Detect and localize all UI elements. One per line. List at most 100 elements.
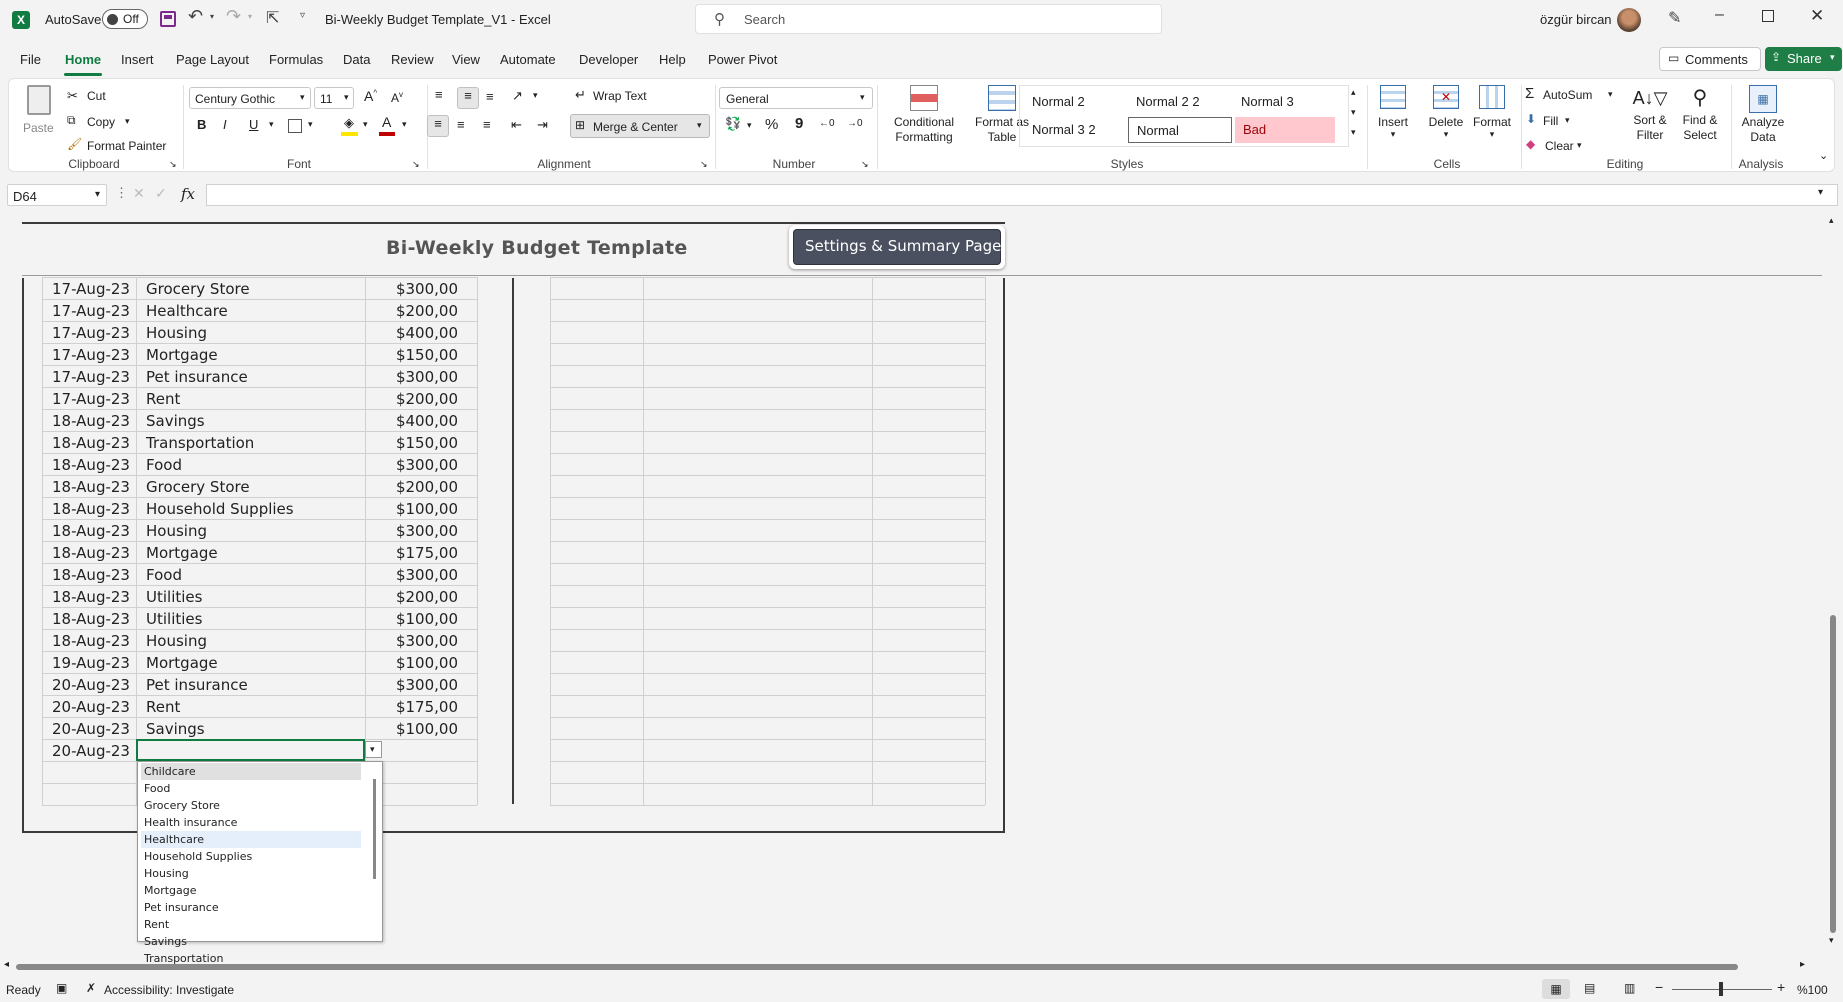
date-cell[interactable]: 17-Aug-23	[52, 280, 130, 298]
date-cell[interactable]: 18-Aug-23	[52, 522, 130, 540]
avatar[interactable]	[1617, 8, 1641, 32]
expand-formula-icon[interactable]: ▾	[1818, 187, 1823, 198]
dropdown-item[interactable]: Childcare	[141, 763, 361, 780]
currency-dropdown-icon[interactable]: ▾	[747, 120, 752, 131]
number-format-select[interactable]: General ▾	[719, 87, 873, 109]
category-cell[interactable]: Household Supplies	[146, 500, 294, 518]
gallery-more-icon[interactable]: ▾	[1351, 127, 1356, 138]
dropdown-item[interactable]: Savings	[141, 933, 361, 950]
dropdown-scrollbar[interactable]	[373, 779, 376, 879]
amount-cell[interactable]: $300,00	[370, 368, 458, 386]
undo-dropdown-icon[interactable]: ▾	[210, 12, 214, 21]
delete-cells-button[interactable]: ✕ Delete ▾	[1423, 83, 1469, 155]
format-painter-button[interactable]: Format Painter	[87, 139, 166, 153]
gallery-down-icon[interactable]: ▾	[1351, 107, 1356, 118]
paste-button[interactable]: Paste	[19, 83, 59, 143]
wrap-text-button[interactable]: Wrap Text	[593, 89, 647, 103]
number-launcher-icon[interactable]: ↘	[861, 159, 869, 170]
copy-button[interactable]: Copy	[87, 115, 115, 129]
fill-color-icon[interactable]: ◈	[344, 115, 354, 131]
increase-indent-icon[interactable]: ⇥	[537, 117, 548, 133]
find-select-button[interactable]: ⚲ Find & Select	[1673, 83, 1727, 155]
amount-cell[interactable]: $300,00	[370, 456, 458, 474]
category-cell[interactable]: Mortgage	[146, 654, 218, 672]
tab-insert[interactable]: Insert	[121, 52, 154, 67]
date-cell[interactable]: 18-Aug-23	[52, 478, 130, 496]
font-color-dropdown-icon[interactable]: ▾	[402, 119, 407, 130]
amount-cell[interactable]: $200,00	[370, 588, 458, 606]
amount-cell[interactable]: $400,00	[370, 412, 458, 430]
more-options-icon[interactable]: ⋮	[115, 185, 128, 201]
redo-icon[interactable]: ↷	[226, 6, 241, 27]
date-cell[interactable]: 18-Aug-23	[52, 632, 130, 650]
category-cell[interactable]: Housing	[146, 324, 207, 342]
category-cell[interactable]: Transportation	[146, 434, 254, 452]
date-cell[interactable]: 17-Aug-23	[52, 390, 130, 408]
clear-button[interactable]: Clear	[1545, 139, 1574, 153]
align-center-icon[interactable]: ≡	[457, 117, 465, 132]
font-name-select[interactable]: Century Gothic ▾	[189, 87, 311, 109]
category-cell[interactable]: Savings	[146, 720, 205, 738]
amount-cell[interactable]: $175,00	[370, 698, 458, 716]
date-cell[interactable]: 17-Aug-23	[52, 324, 130, 342]
minimize-icon[interactable]: –	[1715, 6, 1724, 24]
category-cell[interactable]: Mortgage	[146, 544, 218, 562]
cut-button[interactable]: Cut	[87, 89, 106, 103]
date-cell[interactable]: 18-Aug-23	[52, 588, 130, 606]
percent-button[interactable]: %	[765, 116, 778, 133]
amount-cell[interactable]: $200,00	[370, 390, 458, 408]
date-cell[interactable]: 18-Aug-23	[52, 412, 130, 430]
settings-summary-button[interactable]: Settings & Summary Page	[789, 225, 1005, 269]
underline-button[interactable]: U	[249, 117, 258, 132]
format-cells-button[interactable]: Format ▾	[1469, 83, 1515, 155]
macro-record-icon[interactable]: ▣	[56, 981, 67, 995]
fill-color-dropdown-icon[interactable]: ▾	[363, 119, 368, 130]
zoom-out-icon[interactable]: −	[1655, 979, 1663, 995]
maximize-icon[interactable]	[1762, 10, 1774, 22]
cancel-icon[interactable]: ✕	[133, 185, 145, 202]
dropdown-item[interactable]: Pet insurance	[141, 899, 361, 916]
tab-view[interactable]: View	[452, 52, 480, 67]
date-cell[interactable]: 18-Aug-23	[52, 610, 130, 628]
zoom-slider-thumb[interactable]	[1719, 982, 1723, 996]
amount-cell[interactable]: $300,00	[370, 676, 458, 694]
align-right-icon[interactable]: ≡	[483, 117, 491, 132]
customize-qat-icon[interactable]: ▿	[300, 10, 305, 21]
category-cell[interactable]: Grocery Store	[146, 478, 250, 496]
validation-dropdown[interactable]: ChildcareFoodGrocery StoreHealth insuran…	[137, 761, 383, 942]
copy-dropdown-icon[interactable]: ▾	[125, 116, 130, 127]
sort-filter-button[interactable]: A↓▽ Sort & Filter	[1625, 83, 1675, 155]
amount-cell[interactable]: $300,00	[370, 632, 458, 650]
amount-cell[interactable]: $400,00	[370, 324, 458, 342]
dropdown-item[interactable]: Health insurance	[141, 814, 361, 831]
save-icon[interactable]	[160, 11, 176, 27]
dropdown-arrow-button[interactable]: ▾	[365, 741, 382, 758]
currency-icon[interactable]: 💱	[725, 116, 741, 132]
category-cell[interactable]: Rent	[146, 390, 180, 408]
tab-power-pivot[interactable]: Power Pivot	[708, 52, 777, 67]
align-bottom-icon[interactable]: ≡	[486, 89, 494, 104]
gallery-up-icon[interactable]: ▴	[1351, 87, 1356, 98]
merge-center-button[interactable]: ⊞ Merge & Center ▾	[570, 114, 710, 138]
increase-decimal-icon[interactable]: ←0	[819, 118, 835, 129]
decrease-font-icon[interactable]: Av	[391, 90, 403, 105]
category-cell[interactable]: Utilities	[146, 588, 202, 606]
amount-cell[interactable]: $300,00	[370, 522, 458, 540]
category-cell[interactable]: Housing	[146, 632, 207, 650]
fill-dropdown-icon[interactable]: ▾	[1565, 115, 1570, 126]
tab-page-layout[interactable]: Page Layout	[176, 52, 249, 67]
category-cell[interactable]: Pet insurance	[146, 676, 248, 694]
dropdown-item[interactable]: Food	[141, 780, 361, 797]
style-normal-3-2[interactable]: Normal 3 2	[1024, 117, 1122, 143]
vertical-scroll-thumb[interactable]	[1830, 615, 1836, 933]
amount-cell[interactable]: $100,00	[370, 500, 458, 518]
active-cell[interactable]	[136, 739, 365, 761]
decrease-decimal-icon[interactable]: →0	[847, 118, 863, 129]
formula-input[interactable]	[206, 184, 1838, 206]
tab-file[interactable]: File	[20, 52, 41, 67]
tab-formulas[interactable]: Formulas	[269, 52, 323, 67]
zoom-slider[interactable]	[1672, 989, 1772, 990]
user-name[interactable]: özgür bircan	[1540, 12, 1612, 27]
amount-cell[interactable]: $300,00	[370, 566, 458, 584]
date-cell[interactable]: 20-Aug-23	[52, 720, 130, 738]
